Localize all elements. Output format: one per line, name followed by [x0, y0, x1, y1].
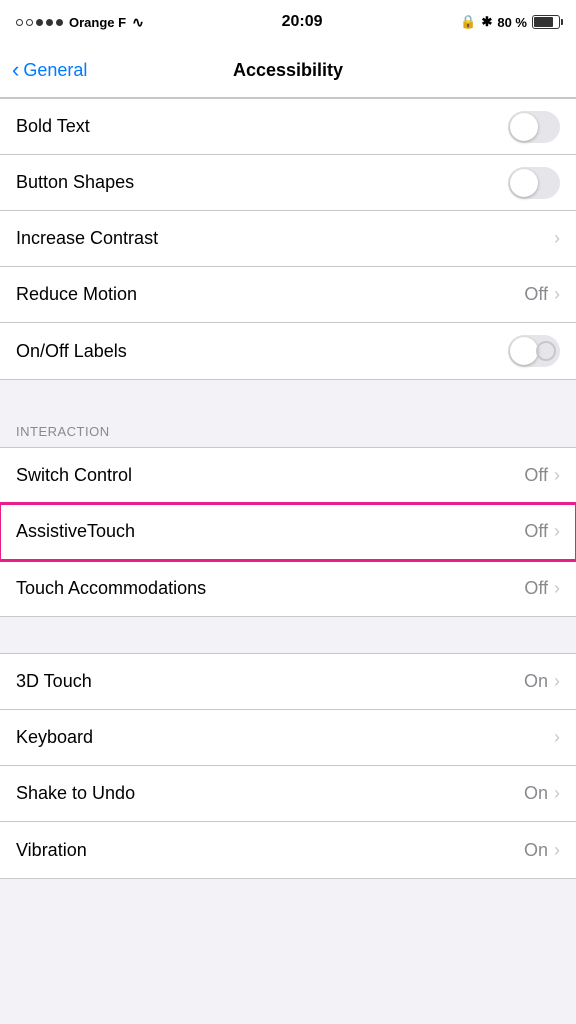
- vibration-label: Vibration: [16, 840, 524, 861]
- onoff-labels-toggle[interactable]: [508, 335, 560, 367]
- touch-accommodations-row[interactable]: Touch Accommodations Off ›: [0, 560, 576, 616]
- assistive-touch-right: Off ›: [524, 521, 560, 542]
- bold-text-row[interactable]: Bold Text: [0, 99, 576, 155]
- vibration-row[interactable]: Vibration On ›: [0, 822, 576, 878]
- bold-text-label: Bold Text: [16, 116, 508, 137]
- switch-control-chevron-icon: ›: [554, 465, 560, 486]
- bluetooth-icon: ✱: [481, 14, 492, 30]
- increase-contrast-label: Increase Contrast: [16, 228, 554, 249]
- vision-group: Bold Text Button Shapes Increase Contras…: [0, 98, 576, 380]
- increase-contrast-right: ›: [554, 228, 560, 249]
- battery-percent: 80 %: [497, 15, 527, 30]
- keyboard-right: ›: [554, 727, 560, 748]
- dot4: [46, 19, 53, 26]
- touch-accommodations-label: Touch Accommodations: [16, 578, 524, 599]
- 3d-touch-row[interactable]: 3D Touch On ›: [0, 654, 576, 710]
- 3d-touch-value: On: [524, 671, 548, 692]
- increase-contrast-row[interactable]: Increase Contrast ›: [0, 211, 576, 267]
- touch-accommodations-right: Off ›: [524, 578, 560, 599]
- status-left: Orange F ∿: [16, 14, 144, 31]
- switch-control-label: Switch Control: [16, 465, 524, 486]
- button-shapes-toggle[interactable]: [508, 167, 560, 199]
- dot5: [56, 19, 63, 26]
- shake-to-undo-chevron-icon: ›: [554, 783, 560, 804]
- switch-control-value: Off: [524, 465, 548, 486]
- back-chevron-icon: ‹: [12, 59, 19, 81]
- assistive-touch-label: AssistiveTouch: [16, 521, 524, 542]
- status-right: 🔒 ✱ 80 %: [460, 14, 560, 30]
- shake-to-undo-label: Shake to Undo: [16, 783, 524, 804]
- wifi-icon: ∿: [132, 14, 144, 31]
- assistive-touch-value: Off: [524, 521, 548, 542]
- touch-accommodations-value: Off: [524, 578, 548, 599]
- button-shapes-row[interactable]: Button Shapes: [0, 155, 576, 211]
- signal-dots: [16, 19, 63, 26]
- back-label: General: [23, 60, 87, 81]
- vibration-value: On: [524, 840, 548, 861]
- button-shapes-toggle-thumb: [510, 169, 538, 197]
- reduce-motion-value: Off: [524, 284, 548, 305]
- onoff-labels-circle: [536, 341, 556, 361]
- switch-control-row[interactable]: Switch Control Off ›: [0, 448, 576, 504]
- onoff-labels-label: On/Off Labels: [16, 341, 508, 362]
- status-time: 20:09: [282, 13, 323, 31]
- carrier-label: Orange F: [69, 15, 126, 30]
- shake-to-undo-row[interactable]: Shake to Undo On ›: [0, 766, 576, 822]
- onoff-labels-row[interactable]: On/Off Labels: [0, 323, 576, 379]
- switch-control-right: Off ›: [524, 465, 560, 486]
- separator-2: [0, 617, 576, 653]
- vibration-chevron-icon: ›: [554, 840, 560, 861]
- bold-text-toggle[interactable]: [508, 111, 560, 143]
- reduce-motion-row[interactable]: Reduce Motion Off ›: [0, 267, 576, 323]
- page-title: Accessibility: [233, 60, 343, 81]
- shake-to-undo-value: On: [524, 783, 548, 804]
- reduce-motion-label: Reduce Motion: [16, 284, 524, 305]
- shake-to-undo-right: On ›: [524, 783, 560, 804]
- battery-fill: [534, 17, 553, 27]
- nav-bar: ‹ General Accessibility: [0, 44, 576, 98]
- lock-icon: 🔒: [460, 14, 476, 30]
- vibration-right: On ›: [524, 840, 560, 861]
- battery-icon: [532, 15, 560, 29]
- bold-text-toggle-thumb: [510, 113, 538, 141]
- touch-accommodations-chevron-icon: ›: [554, 578, 560, 599]
- dot2: [26, 19, 33, 26]
- keyboard-label: Keyboard: [16, 727, 554, 748]
- separator-1: [0, 380, 576, 416]
- dot3: [36, 19, 43, 26]
- reduce-motion-chevron-icon: ›: [554, 284, 560, 305]
- keyboard-row[interactable]: Keyboard ›: [0, 710, 576, 766]
- assistive-touch-chevron-icon: ›: [554, 521, 560, 542]
- 3d-touch-right: On ›: [524, 671, 560, 692]
- increase-contrast-chevron-icon: ›: [554, 228, 560, 249]
- keyboard-chevron-icon: ›: [554, 727, 560, 748]
- 3d-touch-chevron-icon: ›: [554, 671, 560, 692]
- back-button[interactable]: ‹ General: [12, 60, 87, 81]
- interaction-section-header: INTERACTION: [0, 416, 576, 447]
- button-shapes-label: Button Shapes: [16, 172, 508, 193]
- interaction-group: Switch Control Off › AssistiveTouch Off …: [0, 447, 576, 617]
- misc-group: 3D Touch On › Keyboard › Shake to Undo O…: [0, 653, 576, 879]
- reduce-motion-right: Off ›: [524, 284, 560, 305]
- status-bar: Orange F ∿ 20:09 🔒 ✱ 80 %: [0, 0, 576, 44]
- battery-container: [532, 15, 560, 29]
- dot1: [16, 19, 23, 26]
- assistive-touch-row[interactable]: AssistiveTouch Off ›: [0, 504, 576, 560]
- onoff-labels-toggle-thumb: [510, 337, 538, 365]
- 3d-touch-label: 3D Touch: [16, 671, 524, 692]
